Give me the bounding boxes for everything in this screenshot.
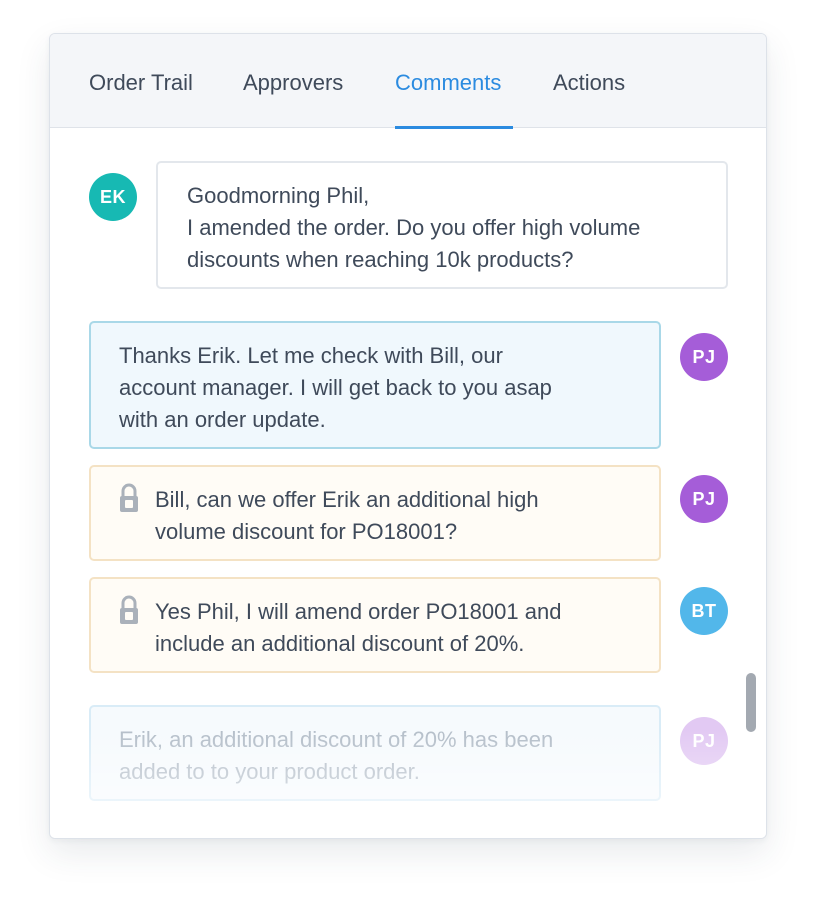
comment-line: Goodmorning Phil, [187, 183, 370, 208]
comment-line: volume discount for PO18001? [155, 519, 458, 544]
scrollbar-thumb[interactable] [746, 673, 756, 732]
comment-line: Yes Phil, I will amend order PO18001 and [155, 599, 562, 624]
comment-line: Thanks Erik. Let me check with Bill, our [119, 343, 503, 368]
comment-bubble-outgoing: Erik, an additional discount of 20% has … [89, 705, 661, 801]
tab-order-trail[interactable]: Order Trail [89, 34, 193, 128]
tab-approvers[interactable]: Approvers [243, 34, 343, 128]
tab-comments[interactable]: Comments [395, 34, 513, 129]
comment-line: Erik, an additional discount of 20% has … [119, 727, 554, 752]
comment-bubble-outgoing: Thanks Erik. Let me check with Bill, our… [89, 321, 661, 449]
comment-line: with an order update. [119, 407, 326, 432]
comment-thread[interactable]: EK Goodmorning Phil, I amended the order… [50, 129, 766, 838]
tab-actions[interactable]: Actions [553, 34, 625, 128]
comment-line: account manager. I will get back to you … [119, 375, 552, 400]
private-note-bubble: Yes Phil, I will amend order PO18001 and… [89, 577, 661, 673]
comments-panel: Order Trail Approvers Comments Actions E… [49, 33, 767, 839]
tab-bar: Order Trail Approvers Comments Actions [50, 34, 766, 129]
lock-icon [120, 483, 138, 512]
avatar-bt: BT [680, 587, 728, 635]
comment-bubble-incoming: Goodmorning Phil, I amended the order. D… [156, 161, 728, 289]
comment-line: discounts when reaching 10k products? [187, 247, 574, 272]
comment-line: added to to your product order. [119, 759, 420, 784]
tab-comments-label: Comments [395, 70, 502, 95]
avatar-ek: EK [89, 173, 137, 221]
comment-line: Bill, can we offer Erik an additional hi… [155, 487, 539, 512]
avatar-pj: PJ [680, 333, 728, 381]
comment-line: include an additional discount of 20%. [155, 631, 525, 656]
private-note-bubble: Bill, can we offer Erik an additional hi… [89, 465, 661, 561]
avatar-pj: PJ [680, 475, 728, 523]
comment-line: I amended the order. Do you offer high v… [187, 215, 641, 240]
lock-icon [120, 595, 138, 624]
avatar-pj: PJ [680, 717, 728, 765]
